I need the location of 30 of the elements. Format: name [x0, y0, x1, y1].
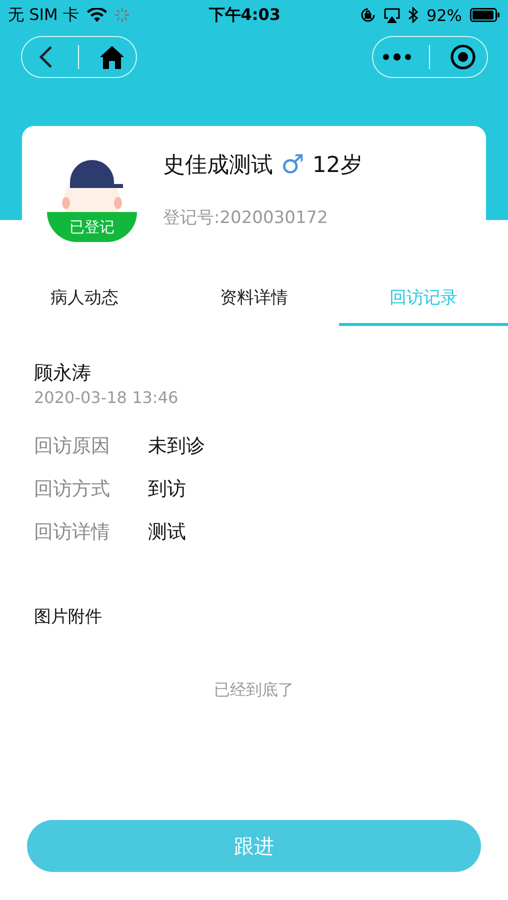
clock-text: 下午4:03 [208, 4, 281, 26]
battery-text: 92% [426, 6, 462, 24]
status-badge: 已登记 [47, 212, 137, 242]
screen-mirror-icon [384, 8, 400, 22]
record-number: 登记号:2020030172 [163, 207, 329, 229]
field-label: 回访详情 [34, 520, 111, 545]
battery-icon [470, 8, 500, 22]
rotation-lock-icon [360, 7, 376, 23]
visitor-name: 顾永涛 [34, 361, 92, 386]
close-icon [450, 44, 476, 70]
field-label: 回访方式 [34, 477, 111, 502]
home-icon [98, 44, 125, 70]
gender-symbol: ♂ [281, 152, 304, 178]
patient-name: 史佳成测试 [163, 152, 273, 180]
field-label: 回访原因 [34, 434, 111, 459]
field-value: 到访 [148, 477, 186, 502]
wifi-icon [86, 8, 107, 22]
tab[interactable]: 病人动态 [0, 272, 170, 326]
field-value: 测试 [148, 520, 186, 545]
patient-age: 12岁 [312, 152, 362, 180]
field-value: 未到诊 [148, 434, 205, 459]
visit-time: 2020-03-18 13:46 [34, 388, 180, 407]
attachments-title: 图片附件 [34, 606, 103, 628]
bluetooth-icon [408, 7, 418, 23]
loading-icon [114, 8, 129, 22]
more-icon [383, 53, 412, 61]
end-of-list-text: 已经到底了 [214, 680, 294, 701]
tab[interactable]: 资料详情 [169, 272, 339, 326]
carrier-text: 无 SIM 卡 [8, 4, 79, 26]
chevron-left-icon [39, 45, 54, 69]
